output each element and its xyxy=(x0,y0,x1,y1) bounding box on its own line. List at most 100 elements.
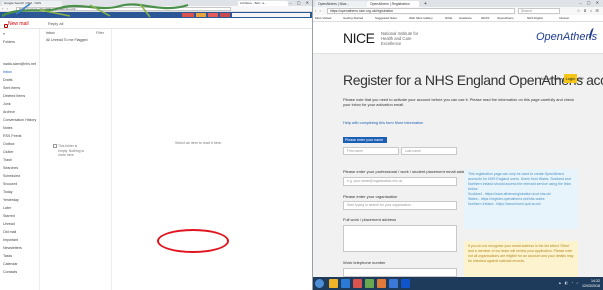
folders-header: Folders xyxy=(3,40,15,44)
new-mail-button[interactable]: New mail xyxy=(2,21,29,28)
folder-pane: ≡ Folders nadia.alam@nhs.net Inbox Draft… xyxy=(0,29,40,290)
telephone-field[interactable] xyxy=(343,268,457,277)
right-address-bar: ‹ › https://openathens.nice.org.uk/regis… xyxy=(313,7,603,15)
folder-item[interactable]: Newsletters xyxy=(3,246,22,250)
folder-item[interactable]: Outbox xyxy=(3,142,15,146)
nice-logo-subtitle: National Institute for Health and Care E… xyxy=(381,31,419,46)
message-list-title: Inbox xyxy=(46,31,55,35)
last-name-field[interactable]: Last name xyxy=(401,147,457,155)
organisation-field[interactable]: Start typing to search for your organisa… xyxy=(343,201,457,210)
email-field[interactable]: e.g. your.name@organisation.nhs.uk xyxy=(343,177,457,186)
organisation-label: Please enter your organisation xyxy=(343,194,398,199)
first-name-field[interactable]: First name xyxy=(343,147,399,155)
bookmark-item[interactable]: HDAS xyxy=(481,16,489,20)
bookmark-item[interactable]: NHS Digital xyxy=(527,16,543,20)
folder-item[interactable]: Trash xyxy=(3,158,12,162)
browser-window: OpenAthens | Nice... OpenAthens | Regist… xyxy=(313,0,603,290)
folder-item[interactable]: Unread xyxy=(3,222,15,226)
taskbar-app[interactable] xyxy=(365,279,374,288)
help-links[interactable]: Help with completing this form More info… xyxy=(343,121,423,125)
new-mail-label: New mail xyxy=(8,21,29,27)
already-registered-text: Already have an account? xyxy=(540,77,584,81)
toolbar-icons[interactable]: ☆ ⬇ ⌂ ☰ xyxy=(577,8,600,13)
bookmark-item[interactable]: Most Visited xyxy=(315,16,331,20)
message-list-tabs[interactable]: All Unread To me Flagged xyxy=(46,38,87,42)
info-link-ni[interactable]: Northern Ireland - https://www.honni.qub… xyxy=(468,202,574,207)
bookmark-item[interactable]: Suggested Sites xyxy=(375,16,397,20)
bookmark-item[interactable]: NICE xyxy=(445,16,452,20)
folder-account[interactable]: nadia.alam@nhs.net xyxy=(3,62,36,66)
taskbar: ▲ ◧ ◔ ♪ 14:32 12/03/2018 xyxy=(313,277,603,290)
folder-item[interactable]: Tasks xyxy=(3,254,12,258)
taskbar-app[interactable] xyxy=(341,279,350,288)
folder-item[interactable]: Junk xyxy=(3,102,11,106)
scribble-annotation xyxy=(1,3,189,18)
nav-buttons[interactable]: ‹ › xyxy=(315,8,322,13)
taskbar-app[interactable] xyxy=(389,279,398,288)
bookmark-item[interactable] xyxy=(220,13,230,17)
bookmark-item[interactable]: Intranet xyxy=(559,16,569,20)
clock-date: 12/03/2018 xyxy=(582,283,600,288)
bookmark-item[interactable]: Guidance xyxy=(459,16,472,20)
right-bookmarks-bar: Most Visited Getting Started Suggested S… xyxy=(313,15,603,22)
folder-item[interactable]: Calendar xyxy=(3,262,18,266)
folder-item[interactable]: Conversation History xyxy=(3,118,36,122)
search-input[interactable]: Search xyxy=(518,8,560,14)
folder-item[interactable]: Snoozed xyxy=(3,182,17,186)
bookmark-item[interactable]: Getting Started xyxy=(343,16,363,20)
folder-item[interactable]: Deleted Items xyxy=(3,94,25,98)
taskbar-app[interactable] xyxy=(329,279,338,288)
folder-item[interactable]: Contacts xyxy=(3,270,17,274)
nice-logo[interactable]: NICE xyxy=(343,30,375,46)
address-field[interactable] xyxy=(343,225,457,252)
outlook-command-bar: New mail Reply all xyxy=(0,18,312,29)
window-controls[interactable]: – ▢ ✕ xyxy=(289,0,311,5)
site-header: NICE National Institute for Health and C… xyxy=(313,22,603,54)
folder-item[interactable]: Later xyxy=(3,206,11,210)
hamburger-icon[interactable]: ≡ xyxy=(3,32,5,36)
empty-folder-icon xyxy=(53,144,57,148)
folder-item[interactable]: Yesterday xyxy=(3,198,19,202)
login-button[interactable]: Login xyxy=(564,74,577,83)
folder-item[interactable]: RSS Feeds xyxy=(3,134,21,138)
bookmark-item[interactable] xyxy=(232,13,310,17)
folder-item[interactable]: Today xyxy=(3,190,13,194)
folder-item[interactable]: Starred xyxy=(3,214,15,218)
bookmark-item[interactable] xyxy=(208,13,218,17)
start-button[interactable] xyxy=(315,279,324,288)
folder-item[interactable]: Archive xyxy=(3,110,15,114)
message-list: Inbox Filter All Unread To me Flagged Th… xyxy=(40,29,112,290)
system-tray[interactable]: ▲ ◧ ◔ ♪ xyxy=(558,281,579,285)
folder-item[interactable]: Important xyxy=(3,238,18,242)
bookmark-item[interactable]: Web Slice Gallery xyxy=(409,16,433,20)
right-url-input[interactable]: https://openathens.nice.org.uk/registrat… xyxy=(327,8,515,14)
folder-item[interactable]: Sent Items xyxy=(3,86,20,90)
outlook-window: Google Search | Mail - NHS Ad Menu - Bel… xyxy=(0,0,313,290)
name-section-header: Please enter your name xyxy=(343,137,387,143)
taskbar-clock[interactable]: 14:32 12/03/2018 xyxy=(582,279,600,288)
address-label: Full work / placement address xyxy=(343,217,397,222)
taskbar-app[interactable] xyxy=(377,279,386,288)
info-box: This registration page can only be used … xyxy=(464,169,578,229)
filter-button[interactable]: Filter xyxy=(96,31,104,35)
folder-inbox[interactable]: Inbox xyxy=(3,70,12,74)
window-controls[interactable]: – ▢ ✕ xyxy=(579,0,601,5)
folder-item[interactable]: Searches xyxy=(3,166,18,170)
intro-text: Please note that you need to activate yo… xyxy=(343,97,574,108)
folder-item[interactable]: Scheduled xyxy=(3,174,20,178)
bookmark-item[interactable]: OpenAthens xyxy=(497,16,514,20)
email-label: Please enter your professional / work / … xyxy=(343,169,471,174)
warning-box: If you do not recognise your email addre… xyxy=(464,241,578,279)
registration-page: NICE National Institute for Health and C… xyxy=(313,22,603,279)
bookmark-item[interactable] xyxy=(196,13,206,17)
desktop-screen: Google Search | Mail - NHS Ad Menu - Bel… xyxy=(0,0,603,290)
taskbar-app[interactable] xyxy=(353,279,362,288)
folder-item[interactable]: Notes xyxy=(3,126,12,130)
folder-item[interactable]: Old mail xyxy=(3,230,16,234)
reading-pane-message: Select an item to read it here. xyxy=(175,141,222,145)
folder-item[interactable]: Drafts xyxy=(3,78,13,82)
reply-all-button[interactable]: Reply all xyxy=(48,21,63,26)
folder-item[interactable]: Clutter xyxy=(3,150,14,154)
taskbar-app[interactable] xyxy=(401,279,410,288)
empty-folder-message: This folder is empty. Nothing to show he… xyxy=(58,144,85,157)
